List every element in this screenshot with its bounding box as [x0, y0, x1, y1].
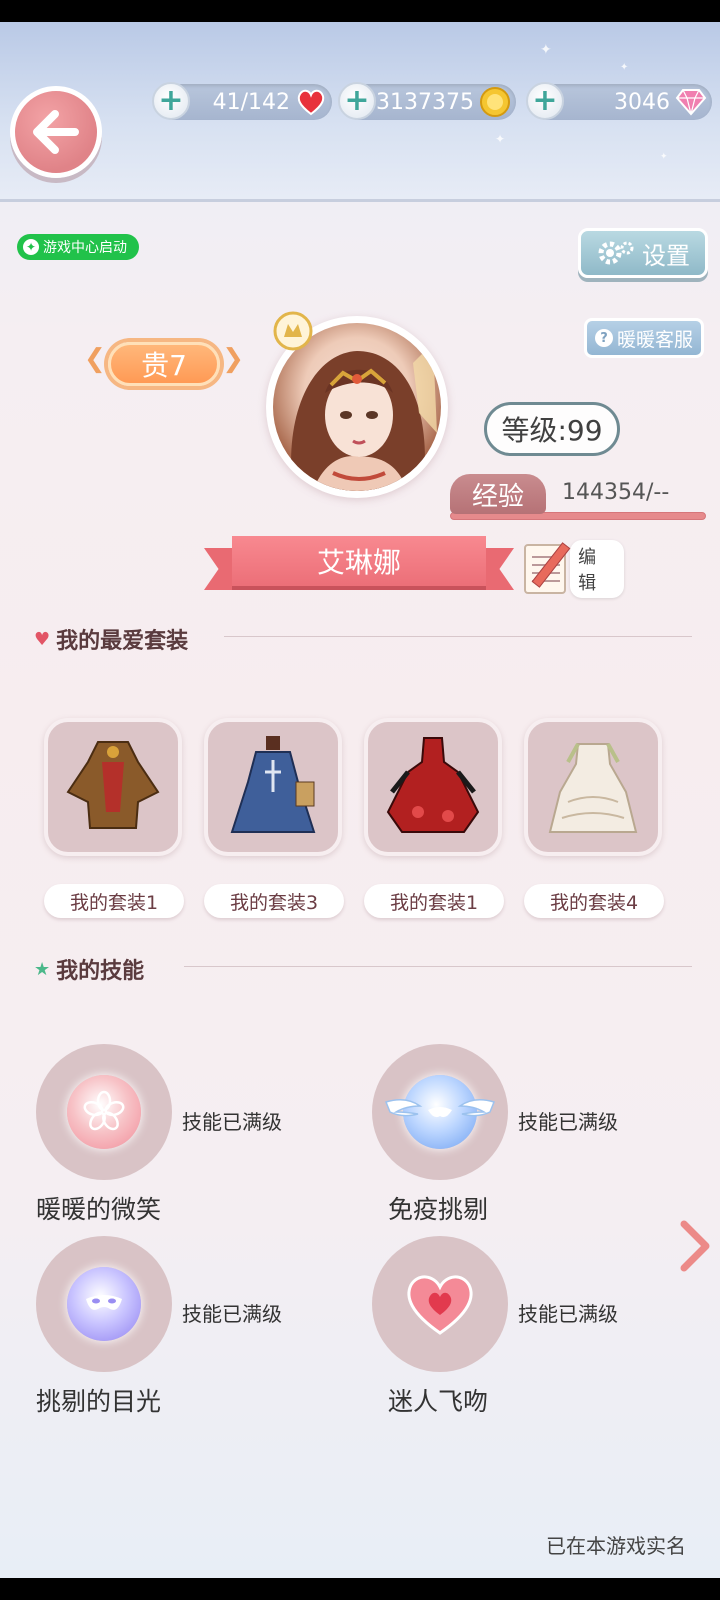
- skill-item[interactable]: 技能已满级 暖暖的微笑: [36, 1044, 336, 1224]
- pink-diamond-icon: [674, 85, 708, 119]
- game-center-launch-badge[interactable]: ✦ 游戏中心启动: [17, 234, 139, 260]
- next-page-arrow[interactable]: [678, 1220, 712, 1272]
- heart-icon: [403, 1267, 477, 1341]
- experience-value: 144354/--: [562, 480, 670, 505]
- player-name-ribbon: 艾琳娜: [204, 536, 514, 598]
- skill-icon-frame: [36, 1044, 172, 1180]
- gears-icon: [598, 241, 634, 265]
- divider: [224, 636, 692, 637]
- flower-icon: [67, 1075, 141, 1149]
- outfit-thumbnail: [44, 718, 182, 856]
- skill-icon-frame: [36, 1236, 172, 1372]
- coin-counter: + 3137375: [338, 82, 516, 120]
- skill-status: 技能已满级: [518, 1110, 618, 1134]
- gold-coin-icon: [478, 85, 512, 119]
- crown-ornament-icon: [272, 310, 314, 352]
- favorites-section-header: ♥ 我的最爱套装: [34, 624, 189, 655]
- skill-icon-frame: [372, 1236, 508, 1372]
- back-button[interactable]: [10, 86, 102, 178]
- skill-name: 迷人飞吻: [388, 1387, 489, 1416]
- experience-label: 经验: [450, 474, 546, 514]
- real-name-verified-note: 已在本游戏实名: [546, 1534, 686, 1558]
- diamond-counter: + 3046: [526, 82, 712, 120]
- skill-name: 免疫挑剔: [388, 1195, 489, 1224]
- add-coins-button[interactable]: +: [338, 82, 376, 120]
- outfit-label: 我的套装3: [204, 884, 344, 918]
- experience-row: 经验 144354/--: [450, 474, 706, 520]
- outfit-thumbnail: [524, 718, 662, 856]
- favorites-title: 我的最爱套装: [56, 629, 189, 654]
- skills-title: 我的技能: [56, 959, 145, 984]
- skill-status: 技能已满级: [182, 1302, 282, 1326]
- top-resource-bar: ✦ ✦ ✦ ✦ + 41/142 + 3137375 + 3046: [0, 22, 720, 202]
- settings-button[interactable]: 设置: [578, 228, 708, 278]
- wing-left-icon: ❮: [84, 344, 106, 374]
- notepad-pencil-icon: [524, 542, 571, 594]
- winged-shield-icon: [384, 1075, 496, 1149]
- skill-item[interactable]: 技能已满级 迷人飞吻: [372, 1236, 672, 1416]
- edit-profile-button[interactable]: 编 辑: [524, 540, 624, 598]
- edit-label: 编 辑: [570, 540, 624, 598]
- mask-icon: [67, 1267, 141, 1341]
- star-icon: ★: [34, 958, 51, 980]
- player-level: 等级:99: [484, 402, 620, 456]
- back-arrow-icon: [33, 110, 79, 154]
- skill-name: 挑剔的目光: [36, 1387, 162, 1416]
- add-diamonds-button[interactable]: +: [526, 82, 564, 120]
- skill-name: 暖暖的微笑: [36, 1195, 162, 1224]
- favorite-outfit-4[interactable]: 我的套装4: [524, 718, 664, 918]
- skill-item[interactable]: 技能已满级 免疫挑剔: [372, 1044, 672, 1224]
- favorite-outfit-2[interactable]: 我的套装3: [204, 718, 344, 918]
- game-center-label: 游戏中心启动: [43, 240, 127, 256]
- game-center-icon: ✦: [23, 239, 39, 255]
- outfit-label: 我的套装1: [364, 884, 504, 918]
- question-icon: ?: [594, 329, 613, 347]
- heart-icon: ♥: [34, 628, 51, 650]
- outfit-thumbnail: [204, 718, 342, 856]
- skill-item[interactable]: 技能已满级 挑剔的目光: [36, 1236, 336, 1416]
- coin-value: 3137375: [376, 89, 474, 115]
- outfit-label: 我的套装1: [44, 884, 184, 918]
- diamond-value: 3046: [614, 89, 670, 115]
- player-name: 艾琳娜: [232, 536, 486, 586]
- divider: [184, 966, 692, 967]
- skill-status: 技能已满级: [518, 1302, 618, 1326]
- outfit-label: 我的套装4: [524, 884, 664, 918]
- vip-level: 贵7: [108, 342, 220, 386]
- stamina-value: 41/142: [212, 89, 290, 115]
- add-stamina-button[interactable]: +: [152, 82, 190, 120]
- customer-service-button[interactable]: ? 暖暖客服: [584, 318, 704, 358]
- stamina-counter: + 41/142: [152, 82, 332, 120]
- favorite-outfit-1[interactable]: 我的套装1: [44, 718, 184, 918]
- favorite-outfit-3[interactable]: 我的套装1: [364, 718, 504, 918]
- outfit-thumbnail: [364, 718, 502, 856]
- skill-status: 技能已满级: [182, 1110, 282, 1134]
- settings-label: 设置: [642, 241, 690, 270]
- profile-screen: ✦ ✦ ✦ ✦ + 41/142 + 3137375 + 3046 ✦ 游戏中心…: [0, 22, 720, 1578]
- chevron-right-icon: [680, 1220, 710, 1272]
- customer-service-label: 暖暖客服: [616, 328, 693, 351]
- skill-icon-frame: [372, 1044, 508, 1180]
- skills-section-header: ★ 我的技能: [34, 954, 145, 985]
- wing-right-icon: ❯: [222, 344, 244, 374]
- heart-icon: [294, 85, 328, 119]
- vip-badge: ❮ 贵7 ❯: [84, 332, 244, 396]
